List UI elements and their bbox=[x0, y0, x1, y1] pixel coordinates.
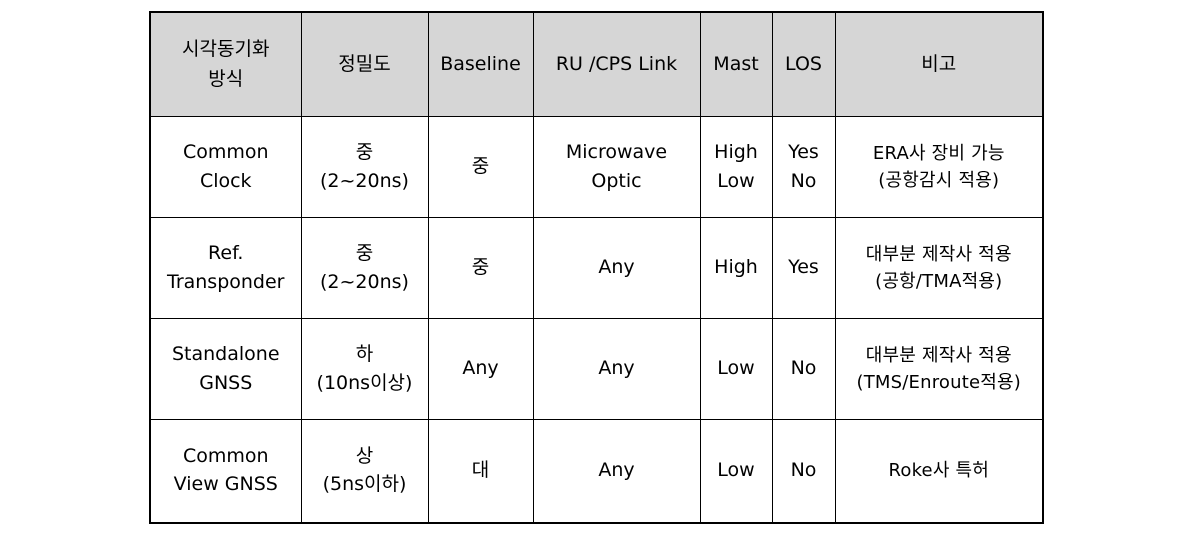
cell-accuracy-line-2: (10ns이상) bbox=[316, 371, 413, 394]
column-header-los: LOS bbox=[771, 11, 836, 117]
cell-accuracy-line-2: (5ns이하) bbox=[322, 473, 407, 496]
cell-mast: High Low bbox=[699, 116, 773, 218]
cell-remark-line-1: 대부분 제작사 적용 bbox=[865, 344, 1012, 366]
cell-baseline: 중 bbox=[427, 217, 534, 319]
cell-remark: 대부분 제작사 적용 (TMS/Enroute적용) bbox=[834, 318, 1044, 420]
cell-los: No bbox=[771, 318, 836, 420]
cell-remark-line-2: (TMS/Enroute적용) bbox=[856, 371, 1022, 393]
cell-remark: ERA사 장비 가능 (공항감시 적용) bbox=[834, 116, 1044, 218]
cell-mast-line-1: High bbox=[714, 256, 758, 279]
cell-mast-line-1: Low bbox=[717, 459, 755, 482]
cell-accuracy-line-2: (2~20ns) bbox=[320, 169, 409, 192]
cell-accuracy-line-1: 하 bbox=[355, 343, 374, 366]
cell-link-line-1: Any bbox=[598, 256, 635, 279]
cell-accuracy-line-1: 중 bbox=[355, 242, 374, 265]
cell-mast-line-1: High bbox=[714, 141, 758, 164]
column-header-los-line-1: LOS bbox=[785, 52, 822, 75]
cell-link-line-1: Any bbox=[598, 357, 635, 380]
cell-accuracy: 중 (2~20ns) bbox=[300, 116, 429, 218]
cell-method: Common Clock bbox=[149, 116, 302, 218]
column-header-method: 시각동기화 방식 bbox=[149, 11, 302, 117]
column-header-baseline: Baseline bbox=[427, 11, 534, 117]
cell-baseline: Any bbox=[427, 318, 534, 420]
cell-remark-line-2: (공항/TMA적용) bbox=[875, 270, 1003, 292]
cell-method-line-2: View GNSS bbox=[173, 473, 278, 496]
column-header-baseline-line-1: Baseline bbox=[440, 52, 521, 75]
cell-los-line-1: Yes bbox=[788, 141, 819, 164]
cell-remark-line-2: (공항감시 적용) bbox=[878, 169, 1000, 191]
cell-remark-line-1: 대부분 제작사 적용 bbox=[865, 243, 1012, 265]
column-header-link-line-1: RU /CPS Link bbox=[555, 52, 678, 75]
cell-accuracy-line-1: 상 bbox=[355, 445, 374, 468]
cell-los-line-1: No bbox=[790, 459, 817, 482]
cell-method-line-2: GNSS bbox=[199, 371, 253, 394]
cell-mast: Low bbox=[699, 419, 773, 523]
cell-link-line-1: Microwave bbox=[565, 141, 668, 164]
cell-method-line-2: Clock bbox=[199, 169, 252, 192]
cell-method-line-1: Standalone bbox=[171, 343, 280, 366]
table-row: Standalone GNSS 하 (10ns이상) Any Any Low N bbox=[149, 318, 1044, 420]
column-header-accuracy: 정밀도 bbox=[300, 11, 429, 117]
cell-mast: Low bbox=[699, 318, 773, 420]
cell-mast-line-2: Low bbox=[717, 169, 755, 192]
table-body: Common Clock 중 (2~20ns) 중 Microwave Opti… bbox=[149, 116, 1044, 523]
cell-link: Any bbox=[532, 318, 701, 420]
cell-accuracy: 하 (10ns이상) bbox=[300, 318, 429, 420]
cell-method-line-1: Common bbox=[182, 141, 269, 164]
column-header-link: RU /CPS Link bbox=[532, 11, 701, 117]
cell-link-line-2: Optic bbox=[591, 169, 642, 192]
cell-link-line-1: Any bbox=[598, 459, 635, 482]
column-header-method-line-1: 시각동기화 bbox=[182, 38, 270, 61]
table-row: Common View GNSS 상 (5ns이하) 대 Any Low No bbox=[149, 419, 1044, 523]
header-row: 시각동기화 방식 정밀도 Baseline RU /CPS Link Mast … bbox=[149, 11, 1044, 117]
column-header-mast-line-1: Mast bbox=[713, 52, 759, 75]
cell-method: Standalone GNSS bbox=[149, 318, 302, 420]
cell-accuracy: 상 (5ns이하) bbox=[300, 419, 429, 523]
cell-accuracy: 중 (2~20ns) bbox=[300, 217, 429, 319]
cell-method: Ref. Transponder bbox=[149, 217, 302, 319]
cell-method: Common View GNSS bbox=[149, 419, 302, 523]
cell-mast-line-1: Low bbox=[717, 357, 755, 380]
cell-los: No bbox=[771, 419, 836, 523]
table-row: Common Clock 중 (2~20ns) 중 Microwave Opti… bbox=[149, 116, 1044, 218]
cell-link: Any bbox=[532, 217, 701, 319]
column-header-remark: 비고 bbox=[834, 11, 1044, 117]
cell-baseline: 중 bbox=[427, 116, 534, 218]
cell-baseline: 대 bbox=[427, 419, 534, 523]
column-header-mast: Mast bbox=[699, 11, 773, 117]
cell-remark-line-1: Roke사 특허 bbox=[888, 459, 990, 481]
cell-method-line-2: Transponder bbox=[167, 270, 285, 293]
time-synchronization-comparison-table: 시각동기화 방식 정밀도 Baseline RU /CPS Link Mast … bbox=[149, 11, 1044, 524]
column-header-accuracy-line-1: 정밀도 bbox=[338, 52, 391, 75]
cell-baseline-line-1: 대 bbox=[471, 459, 490, 482]
cell-mast: High bbox=[699, 217, 773, 319]
cell-baseline-line-1: 중 bbox=[471, 155, 490, 178]
cell-baseline-line-1: Any bbox=[462, 357, 499, 380]
table-row: Ref. Transponder 중 (2~20ns) 중 Any High Y bbox=[149, 217, 1044, 319]
cell-los-line-1: No bbox=[790, 357, 817, 380]
cell-remark: 대부분 제작사 적용 (공항/TMA적용) bbox=[834, 217, 1044, 319]
cell-method-line-1: Common bbox=[182, 445, 269, 468]
column-header-method-line-2: 방식 bbox=[208, 67, 244, 90]
column-header-remark-line-1: 비고 bbox=[921, 52, 957, 75]
cell-method-line-1: Ref. bbox=[208, 242, 244, 265]
cell-accuracy-line-2: (2~20ns) bbox=[320, 270, 409, 293]
cell-link: Any bbox=[532, 419, 701, 523]
cell-los-line-1: Yes bbox=[788, 256, 819, 279]
cell-los: Yes bbox=[771, 217, 836, 319]
page-root: 시각동기화 방식 정밀도 Baseline RU /CPS Link Mast … bbox=[0, 0, 1190, 533]
cell-remark-line-1: ERA사 장비 가능 bbox=[872, 142, 1005, 164]
cell-baseline-line-1: 중 bbox=[471, 256, 490, 279]
table-header: 시각동기화 방식 정밀도 Baseline RU /CPS Link Mast … bbox=[149, 11, 1044, 117]
cell-los-line-2: No bbox=[790, 169, 817, 192]
cell-remark: Roke사 특허 bbox=[834, 419, 1044, 523]
cell-link: Microwave Optic bbox=[532, 116, 701, 218]
cell-accuracy-line-1: 중 bbox=[355, 141, 374, 164]
cell-los: Yes No bbox=[771, 116, 836, 218]
